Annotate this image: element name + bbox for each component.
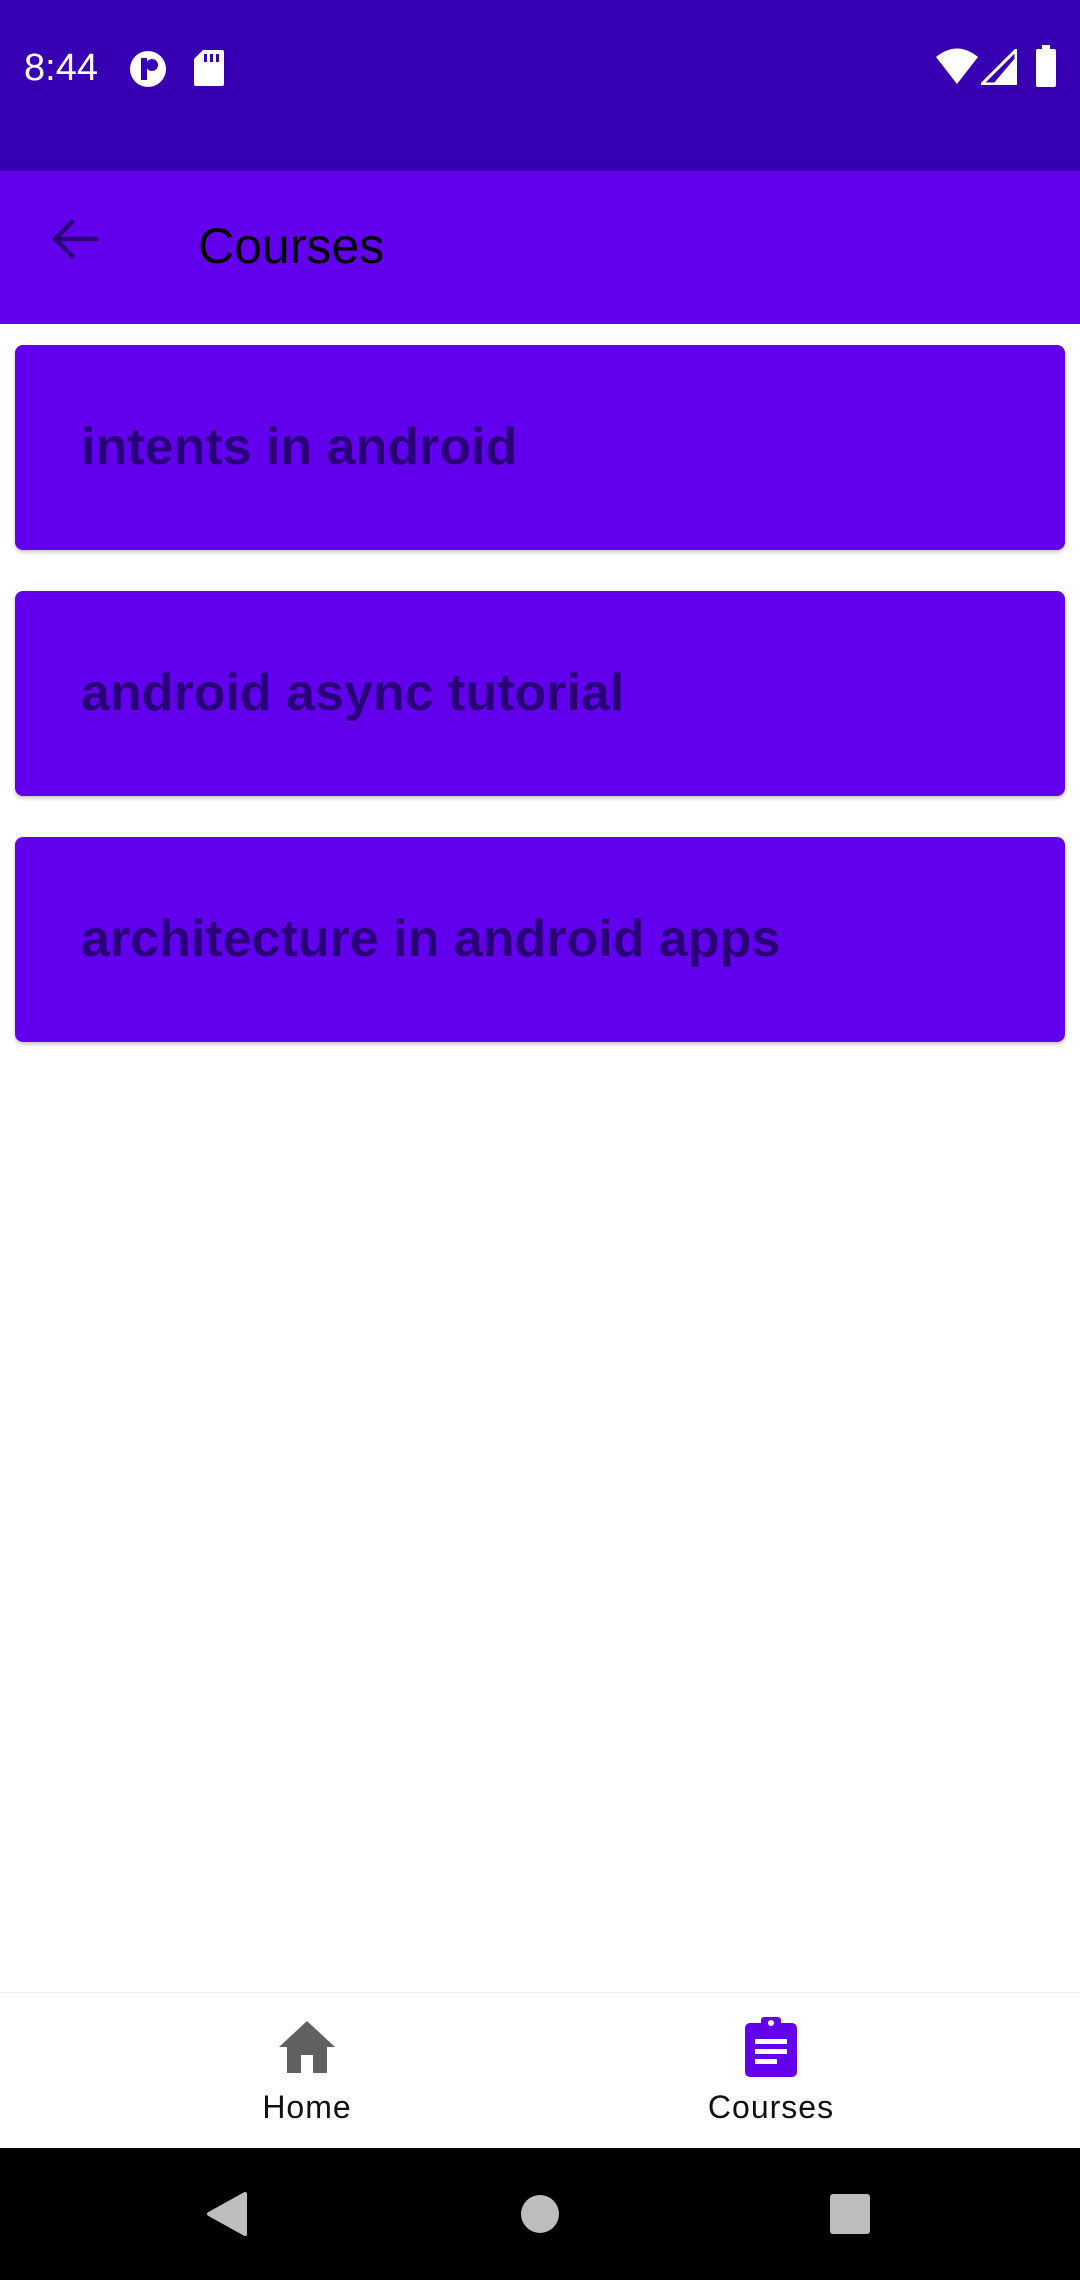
back-button[interactable] [38, 203, 110, 275]
system-back-button[interactable] [167, 2148, 287, 2280]
back-triangle-icon [207, 2192, 247, 2236]
course-list: intents in android android async tutoria… [15, 345, 1065, 1083]
course-card[interactable]: intents in android [15, 345, 1065, 550]
course-title: intents in android [81, 418, 518, 476]
app-bar: Courses [0, 171, 1080, 324]
course-card[interactable]: architecture in android apps [15, 837, 1065, 1042]
status-time: 8:44 [24, 47, 98, 89]
signal-icon [981, 49, 1017, 85]
nav-item-courses[interactable]: Courses [501, 1993, 1041, 2149]
course-title: android async tutorial [81, 664, 625, 722]
page-title: Courses [198, 218, 385, 274]
data-saver-icon [130, 51, 166, 87]
bottom-navigation: Home Courses [0, 1992, 1080, 2149]
system-recents-button[interactable] [790, 2148, 910, 2280]
sd-card-icon [194, 50, 224, 86]
wifi-icon [936, 48, 978, 84]
course-title: architecture in android apps [81, 910, 781, 968]
battery-icon [1036, 45, 1056, 87]
system-navigation-bar [0, 2148, 1080, 2280]
nav-item-home[interactable]: Home [37, 1993, 577, 2149]
status-bar: 8:44 [0, 0, 1080, 171]
nav-label-home: Home [262, 2089, 352, 2125]
home-icon [279, 2021, 335, 2073]
system-home-button[interactable] [480, 2148, 600, 2280]
course-card[interactable]: android async tutorial [15, 591, 1065, 796]
home-circle-icon [521, 2195, 559, 2233]
arrow-back-icon [51, 218, 99, 260]
recents-square-icon [830, 2194, 870, 2234]
nav-label-courses: Courses [707, 2089, 835, 2125]
assignment-icon [745, 2017, 797, 2077]
